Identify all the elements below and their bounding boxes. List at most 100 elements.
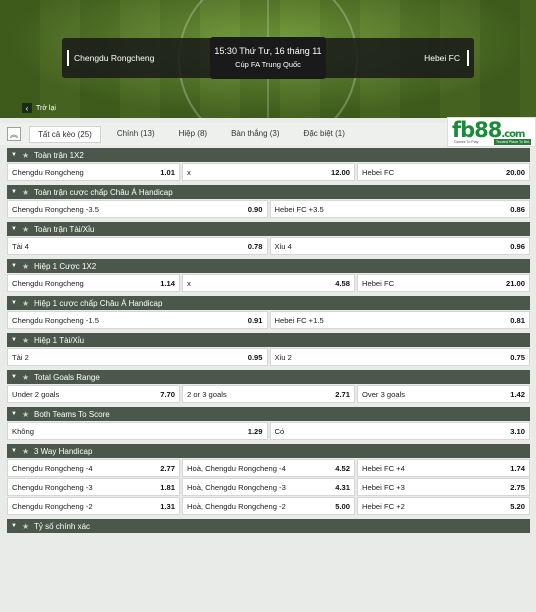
market-section: ▼ ★ 3 Way Handicap Chengdu Rongcheng -4 2.77… <box>7 444 530 515</box>
odds-cell[interactable]: Chengdu Rongcheng 1.14 <box>7 274 180 292</box>
odds-value: 1.81 <box>160 482 175 492</box>
tab-1[interactable]: Chính (13) <box>109 126 163 143</box>
odds-row: Chengdu Rongcheng -4 2.77 Hoà, Chengdu Ron… <box>7 459 530 477</box>
odds-cell[interactable]: Hebei FC +2 5.20 <box>357 497 530 515</box>
market-header[interactable]: ▼ ★ Hiệp 1 Tài/Xỉu <box>7 333 530 347</box>
odds-cell[interactable]: Hoà, Chengdu Rongcheng -2 5.00 <box>182 497 355 515</box>
triangle-down-icon[interactable]: ▼ <box>11 189 19 195</box>
match-time: 15:30 Thứ Tư, 16 tháng 11 <box>214 46 322 56</box>
selection-label: Chengdu Rongcheng -1.5 <box>12 315 99 325</box>
odds-cell[interactable]: Xỉu 2 0.75 <box>269 348 530 366</box>
market-section: ▼ ★ Hiệp 1 Tài/Xỉu Tài 2 0.95 Xỉu 2 0.75 <box>7 333 530 366</box>
selection-label: x <box>187 278 191 288</box>
star-icon[interactable]: ★ <box>22 151 30 160</box>
triangle-down-icon[interactable]: ▼ <box>11 523 19 529</box>
odds-cell[interactable]: Tài 2 0.95 <box>7 348 268 366</box>
odds-cell[interactable]: Hebei FC +1.5 0.81 <box>269 311 530 329</box>
market-section: ▼ ★ Tỷ số chính xác <box>7 519 530 533</box>
star-icon[interactable]: ★ <box>22 225 30 234</box>
odds-cell[interactable]: Over 3 goals 1.42 <box>357 385 530 403</box>
odds-cell[interactable]: Chengdu Rongcheng -3.5 0.90 <box>7 200 268 218</box>
selection-label: Over 3 goals <box>362 389 406 399</box>
odds-value: 1.74 <box>510 463 525 473</box>
market-header[interactable]: ▼ ★ Tỷ số chính xác <box>7 519 530 533</box>
league-name: Cúp FA Trung Quốc <box>235 60 301 69</box>
odds-cell[interactable]: Xỉu 4 0.96 <box>269 237 530 255</box>
market-header[interactable]: ▼ ★ Toàn trận cược chấp Châu Á Handicap <box>7 185 530 199</box>
odds-row: Chengdu Rongcheng 1.01 x 12.00 Hebei FC 20.00 <box>7 163 530 181</box>
logo-tagline: Games To Play <box>454 140 479 144</box>
market-header[interactable]: ▼ ★ Total Goals Range <box>7 370 530 384</box>
odds-cell[interactable]: Hebei FC 21.00 <box>357 274 530 292</box>
odds-cell[interactable]: Chengdu Rongcheng -3 1.81 <box>7 478 180 496</box>
star-icon[interactable]: ★ <box>22 522 30 531</box>
star-icon[interactable]: ★ <box>22 447 30 456</box>
market-header[interactable]: ▼ ★ 3 Way Handicap <box>7 444 530 458</box>
odds-value: 1.01 <box>160 167 175 177</box>
odds-cell[interactable]: Tài 4 0.78 <box>7 237 268 255</box>
odds-value: 0.90 <box>247 204 263 214</box>
market-header[interactable]: ▼ ★ Toàn trận 1X2 <box>7 148 530 162</box>
odds-cell[interactable]: x 12.00 <box>182 163 355 181</box>
odds-cell[interactable]: Hebei FC +3.5 0.86 <box>269 200 530 218</box>
odds-value: 4.31 <box>335 482 350 492</box>
market-title: Hiệp 1 Cược 1X2 <box>34 261 97 271</box>
tab-4[interactable]: Đặc biệt (1) <box>296 126 353 143</box>
back-button[interactable]: ‹ Trở lại <box>22 103 56 113</box>
odds-cell[interactable]: Có 3.10 <box>269 422 530 440</box>
odds-cell[interactable]: x 4.58 <box>182 274 355 292</box>
back-label: Trở lại <box>36 104 56 112</box>
selection-label: Có <box>274 426 285 436</box>
odds-cell[interactable]: Under 2 goals 7.70 <box>7 385 180 403</box>
triangle-down-icon[interactable]: ▼ <box>11 226 19 232</box>
star-icon[interactable]: ★ <box>22 336 30 345</box>
odds-cell[interactable]: Chengdu Rongcheng -4 2.77 <box>7 459 180 477</box>
odds-cell[interactable]: Chengdu Rongcheng -2 1.31 <box>7 497 180 515</box>
market-header[interactable]: ▼ ★ Both Teams To Score <box>7 407 530 421</box>
odds-row: Chengdu Rongcheng -3 1.81 Hoà, Chengdu Ron… <box>7 478 530 496</box>
triangle-down-icon[interactable]: ▼ <box>11 152 19 158</box>
market-header[interactable]: ▼ ★ Toàn trận Tài/Xỉu <box>7 222 530 236</box>
tab-2[interactable]: Hiệp (8) <box>171 126 215 143</box>
odds-cell[interactable]: Chengdu Rongcheng -1.5 0.91 <box>7 311 268 329</box>
star-icon[interactable]: ★ <box>22 262 30 271</box>
market-header[interactable]: ▼ ★ Hiệp 1 Cược 1X2 <box>7 259 530 273</box>
match-info: 15:30 Thứ Tư, 16 tháng 11 Cúp FA Trung Q… <box>210 37 326 79</box>
odds-value: 1.42 <box>510 389 525 399</box>
odds-cell[interactable]: Hebei FC +3 2.75 <box>357 478 530 496</box>
market-section: ▼ ★ Both Teams To Score Không 1.29 Có 3.10 <box>7 407 530 440</box>
tab-0[interactable]: Tất cả kèo (25) <box>29 125 101 143</box>
selection-label: Chengdu Rongcheng -3.5 <box>12 204 99 214</box>
odds-cell[interactable]: 2 or 3 goals 2.71 <box>182 385 355 403</box>
market-header[interactable]: ▼ ★ Hiệp 1 cược chấp Châu Á Handicap <box>7 296 530 310</box>
triangle-down-icon[interactable]: ▼ <box>11 411 19 417</box>
selection-label: Hebei FC +3 <box>362 482 405 492</box>
tab-3[interactable]: Bàn thắng (3) <box>223 126 287 143</box>
triangle-down-icon[interactable]: ▼ <box>11 263 19 269</box>
odds-value: 2.75 <box>510 482 525 492</box>
selection-label: 2 or 3 goals <box>187 389 227 399</box>
triangle-down-icon[interactable]: ▼ <box>11 448 19 454</box>
odds-cell[interactable]: Hoà, Chengdu Rongcheng -3 4.31 <box>182 478 355 496</box>
star-icon[interactable]: ★ <box>22 188 30 197</box>
odds-cell[interactable]: Không 1.29 <box>7 422 268 440</box>
odds-cell[interactable]: Chengdu Rongcheng 1.01 <box>7 163 180 181</box>
star-icon[interactable]: ★ <box>22 373 30 382</box>
triangle-down-icon[interactable]: ▼ <box>11 300 19 306</box>
selection-label: Chengdu Rongcheng -2 <box>12 501 93 511</box>
triangle-down-icon[interactable]: ▼ <box>11 337 19 343</box>
odds-cell[interactable]: Hoà, Chengdu Rongcheng -4 4.52 <box>182 459 355 477</box>
double-chevron-up-icon[interactable]: ︽ <box>7 127 21 141</box>
selection-label: Hebei FC +2 <box>362 501 405 511</box>
odds-value: 1.31 <box>160 501 175 511</box>
star-icon[interactable]: ★ <box>22 299 30 308</box>
odds-value: 0.81 <box>510 315 525 325</box>
odds-value: 0.91 <box>247 315 263 325</box>
selection-label: Hebei FC +4 <box>362 463 405 473</box>
triangle-down-icon[interactable]: ▼ <box>11 374 19 380</box>
odds-value: 1.29 <box>247 426 263 436</box>
odds-cell[interactable]: Hebei FC +4 1.74 <box>357 459 530 477</box>
odds-cell[interactable]: Hebei FC 20.00 <box>357 163 530 181</box>
market-title: Toàn trận cược chấp Châu Á Handicap <box>34 187 173 197</box>
star-icon[interactable]: ★ <box>22 410 30 419</box>
